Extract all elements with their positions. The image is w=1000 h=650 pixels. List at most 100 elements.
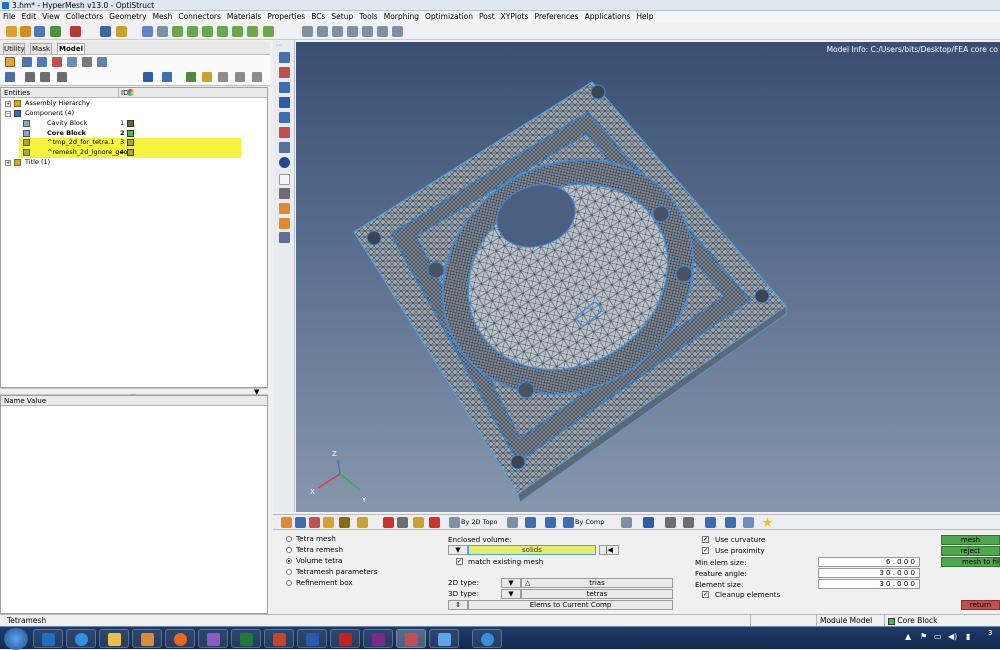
- cleanup-checkbox[interactable]: ✓: [702, 591, 709, 598]
- color-swatch[interactable]: [127, 149, 134, 156]
- tray-signal-icon[interactable]: ▮: [966, 632, 970, 641]
- type2d-toggle[interactable]: ▼: [501, 578, 521, 588]
- measure-icon[interactable]: [279, 188, 290, 199]
- feature-angle-field[interactable]: 3 0 . 0 0 0: [818, 568, 920, 578]
- element-size-field[interactable]: 3 0 . 0 0 0: [818, 579, 920, 589]
- columns-icon[interactable]: [57, 72, 67, 82]
- menu-tools[interactable]: Tools: [356, 11, 380, 23]
- tree-row[interactable]: ^remesh_2d_ignore_geom 4: [19, 148, 241, 158]
- graphics-icon[interactable]: [743, 517, 754, 528]
- shaded-icon[interactable]: [279, 97, 290, 108]
- menu-xyplots[interactable]: XYPlots: [498, 11, 532, 23]
- element-shaded-icon[interactable]: [643, 517, 654, 528]
- expand-icon[interactable]: +: [5, 160, 11, 166]
- entity-selector-toggle[interactable]: ▼: [448, 545, 468, 555]
- zoom-in-icon[interactable]: [317, 26, 328, 37]
- menu-geometry[interactable]: Geometry: [106, 11, 149, 23]
- menu-view[interactable]: View: [39, 11, 63, 23]
- geometry-display-icon[interactable]: [725, 517, 736, 528]
- session-icon[interactable]: [116, 26, 127, 37]
- show-icon[interactable]: [186, 72, 196, 82]
- elems-to-comp-select[interactable]: Elems to Current Comp: [468, 600, 673, 610]
- taskbar-powerpoint[interactable]: [264, 629, 294, 648]
- new-model-icon[interactable]: [6, 26, 17, 37]
- include-view-icon[interactable]: [97, 57, 107, 67]
- element-display-icon[interactable]: [621, 517, 632, 528]
- color-mode-label[interactable]: By Comp: [575, 518, 604, 526]
- import-icon[interactable]: [50, 26, 61, 37]
- feature-lines-icon[interactable]: [309, 517, 320, 528]
- save-model-icon[interactable]: [34, 26, 45, 37]
- view-top-icon[interactable]: [172, 26, 183, 37]
- transparency-icon[interactable]: [279, 142, 290, 153]
- spin-icon[interactable]: [362, 26, 373, 37]
- taskbar-hypermesh[interactable]: [396, 629, 426, 648]
- color-mode-icon[interactable]: [162, 72, 172, 82]
- use-proximity-checkbox[interactable]: ✓: [702, 547, 709, 554]
- model-view-icon[interactable]: [5, 57, 15, 67]
- surface-icon[interactable]: [683, 517, 694, 528]
- browser-splitter[interactable]: ... ▼: [0, 388, 268, 397]
- taskbar-app[interactable]: [198, 629, 228, 648]
- feature-icon[interactable]: [279, 127, 290, 138]
- view-bottom-icon[interactable]: [187, 26, 198, 37]
- tree-row[interactable]: + Title (1): [1, 158, 267, 168]
- radio-refinement-box[interactable]: [286, 580, 292, 586]
- mask-icon[interactable]: [279, 67, 290, 78]
- menu-mesh[interactable]: Mesh: [150, 11, 176, 23]
- taskbar-excel[interactable]: [231, 629, 261, 648]
- view-mode-icon[interactable]: [525, 517, 536, 528]
- radio-tetramesh-parameters[interactable]: [286, 569, 292, 575]
- menu-post[interactable]: Post: [476, 11, 498, 23]
- export-icon[interactable]: [70, 26, 81, 37]
- topo-mode-label[interactable]: By 2D Topo: [461, 518, 498, 526]
- taskbar-ie[interactable]: [66, 629, 96, 648]
- wireframe-icon[interactable]: [279, 112, 290, 123]
- open-model-icon[interactable]: [20, 26, 31, 37]
- center-icon[interactable]: [377, 26, 388, 37]
- abc-icon[interactable]: [279, 203, 290, 214]
- tab-utility[interactable]: Utility: [3, 43, 25, 54]
- filter-icon[interactable]: [25, 72, 35, 82]
- pan-icon[interactable]: [332, 26, 343, 37]
- taskbar-word[interactable]: [297, 629, 327, 648]
- mask-elements-icon[interactable]: [397, 517, 408, 528]
- fit-icon[interactable]: [347, 26, 358, 37]
- min-elem-field[interactable]: 6 . 0 0 0: [818, 557, 920, 567]
- mesh-to-file-button[interactable]: mesh to file: [941, 557, 1000, 567]
- tab-mask[interactable]: Mask: [30, 43, 52, 54]
- find-icon[interactable]: [279, 82, 290, 93]
- view-left-icon[interactable]: [202, 26, 213, 37]
- color-swatch[interactable]: [127, 120, 134, 127]
- menu-bcs[interactable]: BCs: [308, 11, 328, 23]
- menu-help[interactable]: Help: [633, 11, 656, 23]
- line-icon[interactable]: [665, 517, 676, 528]
- menu-materials[interactable]: Materials: [224, 11, 264, 23]
- menu-morphing[interactable]: Morphing: [381, 11, 422, 23]
- tray-arrow-icon[interactable]: ▲: [905, 632, 911, 641]
- menu-file[interactable]: File: [0, 11, 19, 23]
- display-icon[interactable]: [279, 52, 290, 63]
- hide-icon[interactable]: [202, 72, 212, 82]
- sort-icon[interactable]: [40, 72, 50, 82]
- element-type-icon[interactable]: [357, 517, 368, 528]
- geometry-color-icon[interactable]: [545, 517, 556, 528]
- type2d-select[interactable]: △ trias: [521, 578, 673, 588]
- component-view-icon[interactable]: [22, 57, 32, 67]
- tree-row[interactable]: Cavity Block 1: [1, 119, 141, 129]
- graphics-viewport[interactable]: Model Info: C:/Users/bits/Desktop/FEA co…: [296, 42, 1000, 512]
- menu-optimization[interactable]: Optimization: [422, 11, 476, 23]
- type3d-select[interactable]: tetras: [521, 589, 673, 599]
- undo-display-icon[interactable]: [252, 72, 262, 82]
- menu-collectors[interactable]: Collectors: [63, 11, 106, 23]
- reset-selection-button[interactable]: |◀: [599, 545, 619, 555]
- col-entities[interactable]: Entities: [4, 88, 30, 98]
- use-curvature-checkbox[interactable]: ✓: [702, 536, 709, 543]
- taskbar-acrobat[interactable]: [330, 629, 360, 648]
- tray-clock[interactable]: 3: [988, 629, 992, 637]
- elems-dest-toggle[interactable]: ⇕: [448, 600, 468, 610]
- display-mode-icon[interactable]: [143, 72, 153, 82]
- star-icon[interactable]: [762, 517, 773, 528]
- reject-button[interactable]: reject: [941, 546, 1000, 556]
- tree-row[interactable]: ^tmp_2d_for_tetra.1 3: [19, 138, 241, 148]
